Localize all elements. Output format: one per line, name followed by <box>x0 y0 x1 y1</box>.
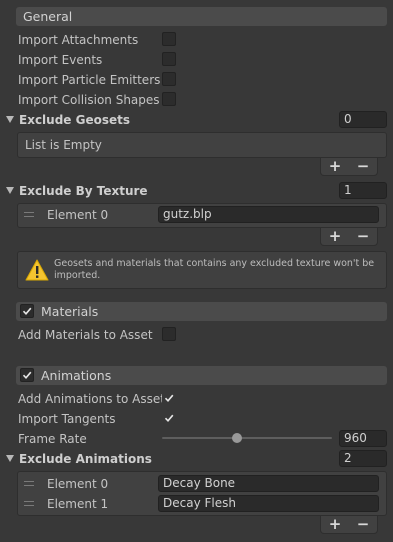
exclude-geosets-count-field[interactable]: 0 <box>339 111 387 128</box>
slider-thumb[interactable] <box>232 433 243 443</box>
exclude-animations-title: Exclude Animations <box>19 452 152 466</box>
remove-button[interactable]: − <box>357 517 370 532</box>
warning-icon <box>25 259 49 281</box>
exclude-animations-list-controls: + − <box>320 516 378 534</box>
import-particle-emitters-checkbox[interactable] <box>162 72 176 86</box>
exclude-animations-count-field[interactable]: 2 <box>339 450 387 467</box>
import-events-checkbox[interactable] <box>162 52 176 66</box>
slider-track <box>162 437 332 439</box>
import-collision-shapes-checkbox[interactable] <box>162 92 176 106</box>
exclude-by-texture-foldout[interactable]: Exclude By Texture <box>6 184 148 199</box>
frame-rate-slider[interactable] <box>162 431 332 445</box>
element-label: Element 1 <box>47 497 109 511</box>
general-section-title: General <box>23 9 73 24</box>
warning-text: Geosets and materials that contains any … <box>54 258 375 281</box>
import-attachments-label: Import Attachments <box>18 33 139 47</box>
chevron-down-icon <box>6 455 14 462</box>
element-label: Element 0 <box>47 208 109 222</box>
animations-enabled-checkbox[interactable] <box>20 368 34 382</box>
drag-handle-icon[interactable] <box>24 481 34 489</box>
frame-rate-label: Frame Rate <box>18 432 87 446</box>
import-particle-emitters-label: Import Particle Emitters <box>18 73 161 87</box>
checkmark-icon <box>164 414 174 422</box>
add-materials-checkbox[interactable] <box>162 327 176 341</box>
element-value-field[interactable]: Decay Bone <box>158 475 379 492</box>
checkmark-icon <box>22 307 32 315</box>
exclude-animations-foldout[interactable]: Exclude Animations <box>6 452 152 467</box>
warning-help-box: Geosets and materials that contains any … <box>17 251 387 289</box>
drag-handle-icon[interactable] <box>24 501 34 509</box>
element-value-field[interactable]: Decay Flesh <box>158 495 379 512</box>
checkmark-icon <box>22 371 32 379</box>
import-tangents-checkbox[interactable] <box>162 411 176 425</box>
import-collision-shapes-label: Import Collision Shapes <box>18 93 160 107</box>
remove-button[interactable]: − <box>357 229 370 244</box>
import-events-label: Import Events <box>18 53 103 67</box>
exclude-by-texture-count-field[interactable]: 1 <box>339 182 387 199</box>
exclude-geosets-foldout[interactable]: Exclude Geosets <box>6 113 130 128</box>
exclude-geosets-list: List is Empty <box>17 132 387 158</box>
materials-section-header: Materials <box>16 302 387 321</box>
general-section-header: General <box>16 7 387 26</box>
add-animations-label: Add Animations to Asset <box>18 392 165 406</box>
animations-section-title: Animations <box>41 368 112 383</box>
chevron-down-icon <box>6 116 14 123</box>
exclude-geosets-list-controls: + − <box>320 158 378 176</box>
exclude-geosets-title: Exclude Geosets <box>19 113 131 127</box>
drag-handle-icon[interactable] <box>24 212 34 220</box>
exclude-by-texture-title: Exclude By Texture <box>19 184 148 198</box>
materials-section-title: Materials <box>41 304 99 319</box>
add-animations-checkbox[interactable] <box>162 391 176 405</box>
frame-rate-value-field[interactable]: 960 <box>339 430 387 447</box>
animations-section-header: Animations <box>16 366 387 385</box>
chevron-down-icon <box>6 187 14 194</box>
remove-button[interactable]: − <box>357 159 370 174</box>
list-empty-text: List is Empty <box>25 138 102 152</box>
checkmark-icon <box>164 394 174 402</box>
materials-enabled-checkbox[interactable] <box>20 304 34 318</box>
add-button[interactable]: + <box>329 517 342 532</box>
import-tangents-label: Import Tangents <box>18 412 116 426</box>
add-button[interactable]: + <box>329 229 342 244</box>
exclude-by-texture-list-controls: + − <box>320 228 378 246</box>
add-button[interactable]: + <box>329 159 342 174</box>
add-materials-label: Add Materials to Asset <box>18 328 153 342</box>
import-attachments-checkbox[interactable] <box>162 32 176 46</box>
element-value-field[interactable]: gutz.blp <box>158 206 379 223</box>
element-label: Element 0 <box>47 477 109 491</box>
